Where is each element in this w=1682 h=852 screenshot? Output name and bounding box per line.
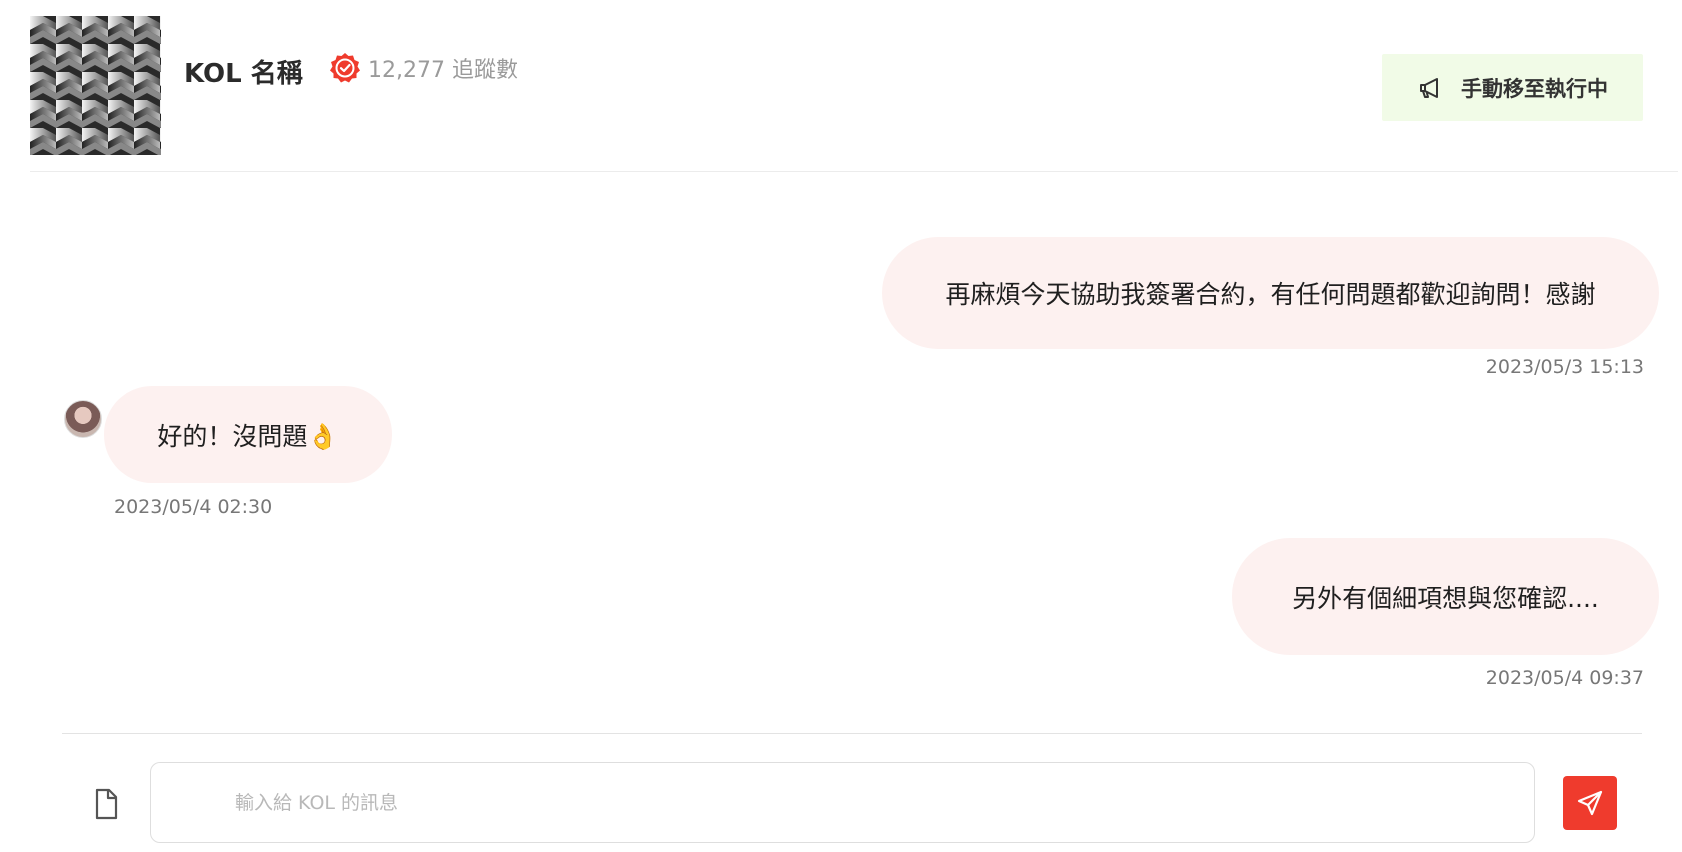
move-button-label: 手動移至執行中: [1461, 77, 1608, 101]
chat-header: KOL 名稱 12,277 追蹤數 手動移至執行中: [30, 16, 1678, 172]
avatar-pattern-image: [30, 16, 161, 155]
kol-avatar-small: [64, 400, 102, 438]
message-timestamp: 2023/05/3 15:13: [1485, 356, 1644, 378]
message-timestamp: 2023/05/4 09:37: [1485, 667, 1644, 689]
chat-page: KOL 名稱 12,277 追蹤數 手動移至執行中 再麻煩今天協助我簽署合約，有…: [0, 0, 1682, 852]
send-button[interactable]: [1563, 776, 1617, 830]
composer-divider: [62, 733, 1642, 734]
follower-count: 12,277 追蹤數: [368, 58, 518, 83]
kol-name: KOL 名稱: [184, 59, 303, 89]
verified-badge-icon: [330, 53, 360, 83]
message-timestamp: 2023/05/4 02:30: [114, 496, 273, 518]
message-input[interactable]: [150, 762, 1535, 843]
message-bubble-outgoing: 另外有個細項想與您確認....: [1232, 538, 1659, 655]
megaphone-icon: [1420, 77, 1438, 98]
message-bubble-incoming: 好的！沒問題👌: [104, 386, 392, 483]
file-icon[interactable]: [92, 788, 120, 820]
message-bubble-outgoing: 再麻煩今天協助我簽署合約，有任何問題都歡迎詢問！感謝: [882, 237, 1659, 349]
move-to-in-progress-button[interactable]: 手動移至執行中: [1382, 54, 1643, 121]
send-icon: [1577, 790, 1603, 816]
kol-avatar[interactable]: [30, 16, 161, 155]
